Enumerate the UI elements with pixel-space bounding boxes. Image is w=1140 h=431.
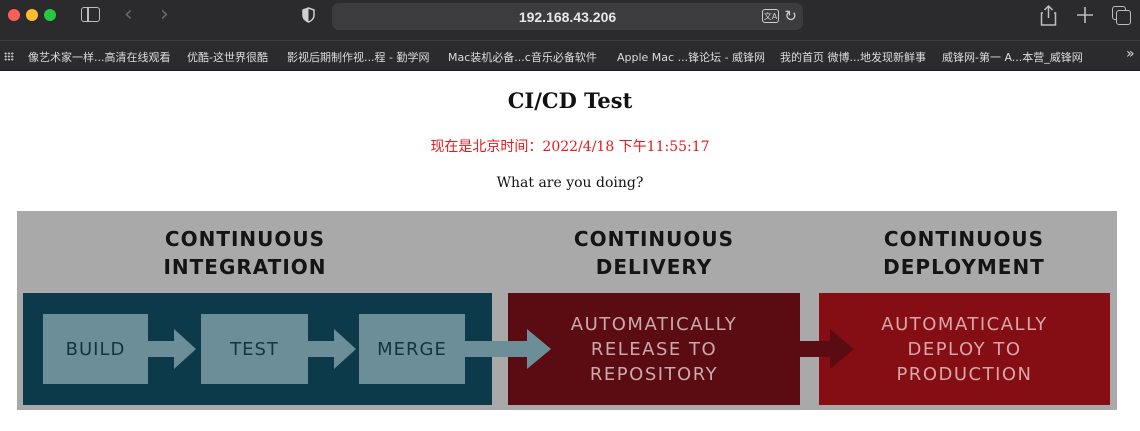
beijing-time-text: 现在是北京时间：2022/4/18 下午11:55:17 [430,139,710,155]
delivery-line: RELEASE TO [590,339,718,360]
sidebar-toggle-icon[interactable] [81,7,100,22]
url-text[interactable]: 192.168.43.206 [332,3,803,30]
heading-line: DELIVERY [595,255,713,279]
share-icon[interactable] [1040,5,1057,27]
browser-toolbar: ‹ › 192.168.43.206 文A ↻ [0,0,1140,40]
question-text: What are you doing? [496,175,644,191]
arrow-right-icon [148,329,196,369]
bookmarks-overflow-icon[interactable]: » [1126,46,1135,62]
address-bar[interactable]: 192.168.43.206 文A ↻ [332,3,803,30]
cicd-diagram-image: CONTINUOUS INTEGRATION CONTINUOUS DELIVE… [17,211,1117,410]
new-tab-icon[interactable] [1076,6,1094,24]
heading-line: CONTINUOUS [573,227,735,251]
privacy-shield-icon[interactable] [302,7,315,23]
merge-step: MERGE [359,314,465,384]
deployment-line: AUTOMATICALLY [881,314,1048,335]
delivery-description: AUTOMATICALLY RELEASE TO REPOSITORY [508,312,800,387]
bookmark-item[interactable]: Mac装机必备...c音乐必备软件 [448,49,597,65]
bookmark-item[interactable]: 我的首页 微博...地发现新鲜事 [780,49,926,65]
heading-continuous-integration: CONTINUOUS INTEGRATION [125,225,365,281]
zoom-window-button[interactable] [44,9,56,21]
reload-icon[interactable]: ↻ [784,7,797,25]
delivery-line: REPOSITORY [589,364,719,385]
heading-continuous-deployment: CONTINUOUS DEPLOYMENT [839,225,1089,281]
bookmark-item[interactable]: 像艺术家一样...高清在线观看 [28,49,171,65]
close-window-button[interactable] [8,9,20,21]
minimize-window-button[interactable] [26,9,38,21]
test-step: TEST [201,314,308,384]
translate-icon[interactable]: 文A [762,9,779,23]
build-step: BUILD [43,314,148,384]
back-icon[interactable]: ‹ [124,4,133,26]
deployment-description: AUTOMATICALLY DEPLOY TO PRODUCTION [819,312,1110,387]
bookmark-item[interactable]: 影视后期制作视...程 - 勤学网 [287,49,429,65]
bookmarks-bar: 像艺术家一样...高清在线观看 优酷-这世界很酷 影视后期制作视...程 - 勤… [0,40,1140,71]
forward-icon[interactable]: › [160,4,169,26]
heading-continuous-delivery: CONTINUOUS DELIVERY [529,225,779,281]
arrow-right-icon [308,329,356,369]
bookmark-item[interactable]: 威锋网-第一 A...本营_威锋网 [942,49,1083,65]
deployment-line: DEPLOY TO [907,339,1022,360]
bookmark-item[interactable]: 优酷-这世界很酷 [187,49,268,65]
grid-icon[interactable] [4,52,14,61]
heading-line: DEPLOYMENT [883,255,1045,279]
heading-line: CONTINUOUS [164,227,326,251]
heading-line: INTEGRATION [163,255,327,279]
page-title: CI/CD Test [507,88,633,113]
delivery-line: AUTOMATICALLY [570,314,738,335]
tab-overview-icon[interactable] [1112,6,1131,25]
deployment-line: PRODUCTION [896,364,1033,385]
bookmark-item[interactable]: Apple Mac ...锋论坛 - 威锋网 [617,49,765,65]
heading-line: CONTINUOUS [883,227,1045,251]
